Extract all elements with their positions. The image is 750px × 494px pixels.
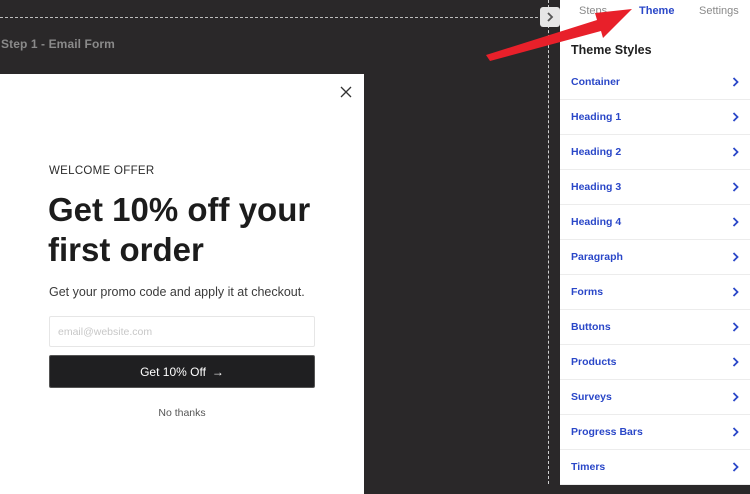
chevron-right-icon [732,217,740,227]
style-item-products[interactable]: Products [560,345,750,380]
tab-settings[interactable]: Settings [699,5,739,17]
step-label: Step 1 - Email Form [1,37,115,51]
chevron-right-icon [547,12,554,22]
theme-style-list: Container Heading 1 Heading 2 Heading 3 … [560,65,750,485]
chevron-right-icon [732,287,740,297]
style-item-label: Paragraph [571,251,623,263]
chevron-right-icon [732,147,740,157]
collapse-panel-button[interactable] [540,7,560,27]
editor-canvas: Step 1 - Email Form WELCOME OFFER Get 10… [0,0,548,494]
style-item-label: Buttons [571,321,611,333]
email-input[interactable] [49,316,315,347]
style-item-heading-2[interactable]: Heading 2 [560,135,750,170]
no-thanks-link[interactable]: No thanks [0,407,364,419]
tab-steps[interactable]: Steps [579,5,607,17]
style-item-buttons[interactable]: Buttons [560,310,750,345]
style-item-container[interactable]: Container [560,65,750,100]
style-item-heading-4[interactable]: Heading 4 [560,205,750,240]
chevron-right-icon [732,112,740,122]
canvas-guide-top [0,17,548,18]
style-item-heading-3[interactable]: Heading 3 [560,170,750,205]
style-item-heading-1[interactable]: Heading 1 [560,100,750,135]
panel-tabs: Steps Theme Settings [560,0,750,26]
canvas-guide-right [548,0,549,484]
style-item-paragraph[interactable]: Paragraph [560,240,750,275]
chevron-right-icon [732,182,740,192]
style-item-label: Container [571,76,621,88]
style-item-label: Heading 3 [571,181,622,193]
style-item-label: Heading 2 [571,146,622,158]
chevron-right-icon [732,322,740,332]
chevron-right-icon [732,392,740,402]
theme-panel: Steps Theme Settings Theme Styles Contai… [560,0,750,485]
style-item-timers[interactable]: Timers [560,450,750,485]
chevron-right-icon [732,357,740,367]
panel-title: Theme Styles [571,43,652,57]
offer-subtext: Get your promo code and apply it at chec… [49,285,305,299]
style-item-label: Products [571,356,617,368]
chevron-right-icon [732,252,740,262]
style-item-forms[interactable]: Forms [560,275,750,310]
get-offer-button[interactable]: Get 10% Off → [49,355,315,388]
offer-kicker: WELCOME OFFER [49,165,155,177]
popup-modal [0,74,364,494]
style-item-progress-bars[interactable]: Progress Bars [560,415,750,450]
get-offer-label: Get 10% Off [140,364,206,379]
offer-headline: Get 10% off your first order [48,191,311,268]
close-button[interactable] [338,84,354,100]
chevron-right-icon [732,427,740,437]
style-item-label: Heading 4 [571,216,622,228]
chevron-right-icon [732,77,740,87]
style-item-label: Progress Bars [571,426,643,438]
tab-theme[interactable]: Theme [639,5,674,17]
style-item-label: Surveys [571,391,612,403]
arrow-right-icon: → [211,364,224,379]
style-item-label: Heading 1 [571,111,622,123]
chevron-right-icon [732,462,740,472]
style-item-label: Forms [571,286,604,298]
close-icon [340,86,352,98]
style-item-surveys[interactable]: Surveys [560,380,750,415]
style-item-label: Timers [571,461,606,473]
